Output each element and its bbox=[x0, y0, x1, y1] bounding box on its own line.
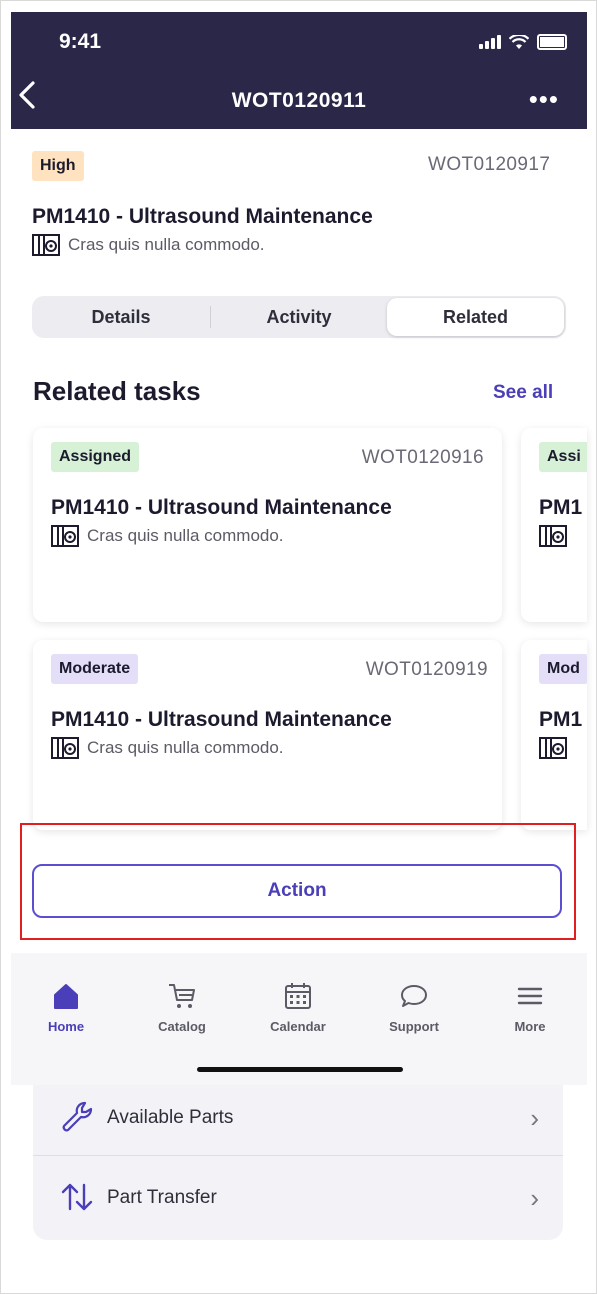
task-subtitle: Cras quis nulla commodo. bbox=[51, 525, 284, 547]
app-header: 9:41 WOT0120911 ••• bbox=[11, 12, 587, 129]
page-title: WOT0120911 bbox=[231, 89, 367, 112]
asset-icon bbox=[539, 737, 567, 759]
asset-icon bbox=[32, 234, 60, 256]
list-item-available-parts[interactable]: Available Parts › bbox=[33, 1085, 563, 1156]
work-order-title: PM1410 - Ultrasound Maintenance bbox=[32, 205, 373, 228]
tabbar-home[interactable]: Home bbox=[21, 981, 111, 1034]
status-badge: Moderate bbox=[51, 654, 139, 684]
tabbar-label: More bbox=[514, 1019, 546, 1034]
status-time: 9:41 bbox=[59, 30, 102, 53]
tabbar-calendar[interactable]: Calendar bbox=[253, 981, 343, 1034]
tabbar-more[interactable]: More bbox=[485, 981, 575, 1034]
status-badge: Mod bbox=[539, 654, 587, 684]
task-subtitle bbox=[539, 737, 567, 759]
bottom-tab-bar: Home Catalog Calendar Support More bbox=[11, 953, 587, 1085]
chevron-right-icon: › bbox=[530, 1103, 539, 1133]
subtitle-text: Cras quis nulla commodo. bbox=[68, 235, 265, 254]
subtitle-text: Cras quis nulla commodo. bbox=[87, 526, 284, 545]
status-icons bbox=[479, 34, 567, 50]
task-title: PM1 bbox=[539, 708, 583, 731]
tabbar-support[interactable]: Support bbox=[369, 981, 459, 1034]
task-title: PM1410 - Ultrasound Maintenance bbox=[51, 708, 392, 731]
list-item-part-transfer[interactable]: Part Transfer › bbox=[33, 1165, 563, 1235]
list-item-label: Available Parts bbox=[107, 1107, 234, 1128]
tabbar-label: Catalog bbox=[158, 1019, 206, 1034]
work-order-id: WOT0120917 bbox=[428, 154, 551, 175]
status-badge: Assigned bbox=[51, 442, 140, 472]
action-button[interactable]: Action bbox=[32, 864, 562, 918]
chat-bubble-icon bbox=[401, 985, 427, 1007]
asset-icon bbox=[539, 525, 567, 547]
see-all-link[interactable]: See all bbox=[493, 382, 553, 404]
tabbar-label: Support bbox=[389, 1019, 439, 1034]
related-task-card[interactable]: Moderate WOT0120919 PM1410 - Ultrasound … bbox=[33, 640, 502, 830]
quick-links-panel: Available Parts › Part Transfer › bbox=[33, 1085, 563, 1240]
home-indicator bbox=[197, 1067, 403, 1072]
tabbar-label: Calendar bbox=[270, 1019, 326, 1034]
task-id: WOT0120916 bbox=[361, 447, 484, 468]
more-icon: ••• bbox=[528, 84, 559, 114]
wifi-icon bbox=[509, 34, 529, 49]
tab-activity[interactable]: Activity bbox=[210, 296, 388, 338]
transfer-arrows-icon bbox=[61, 1183, 93, 1211]
divider bbox=[33, 1155, 563, 1156]
menu-icon bbox=[517, 987, 543, 1005]
list-item-label: Part Transfer bbox=[107, 1187, 217, 1208]
task-subtitle: Cras quis nulla commodo. bbox=[51, 737, 284, 759]
asset-icon bbox=[51, 525, 79, 547]
calendar-icon bbox=[285, 983, 311, 1009]
task-title: PM1 bbox=[539, 496, 583, 519]
segmented-tabs: Details Activity Related bbox=[32, 296, 566, 338]
work-order-subtitle: Cras quis nulla commodo. bbox=[32, 234, 265, 256]
related-tasks-heading: Related tasks bbox=[33, 376, 201, 406]
asset-icon bbox=[51, 737, 79, 759]
task-subtitle bbox=[539, 525, 567, 547]
priority-badge: High bbox=[32, 151, 84, 181]
cart-icon bbox=[169, 984, 195, 1008]
tabbar-catalog[interactable]: Catalog bbox=[137, 981, 227, 1034]
related-task-card[interactable]: Assigned WOT0120916 PM1410 - Ultrasound … bbox=[33, 428, 502, 622]
tab-related[interactable]: Related bbox=[387, 298, 564, 336]
tabbar-label: Home bbox=[47, 1019, 85, 1034]
signal-icon bbox=[479, 35, 501, 49]
chevron-right-icon: › bbox=[530, 1183, 539, 1213]
more-button[interactable]: ••• bbox=[529, 84, 559, 115]
battery-icon bbox=[537, 34, 567, 50]
wrench-icon bbox=[62, 1101, 93, 1132]
subtitle-text: Cras quis nulla commodo. bbox=[87, 738, 284, 757]
task-title: PM1410 - Ultrasound Maintenance bbox=[51, 496, 392, 519]
home-icon bbox=[54, 984, 78, 1009]
tab-details[interactable]: Details bbox=[32, 296, 210, 338]
related-task-card[interactable]: Mod PM1 bbox=[521, 640, 587, 830]
related-task-card[interactable]: Assi PM1 bbox=[521, 428, 587, 622]
task-id: WOT0120919 bbox=[365, 659, 488, 680]
status-badge: Assi bbox=[539, 442, 587, 472]
